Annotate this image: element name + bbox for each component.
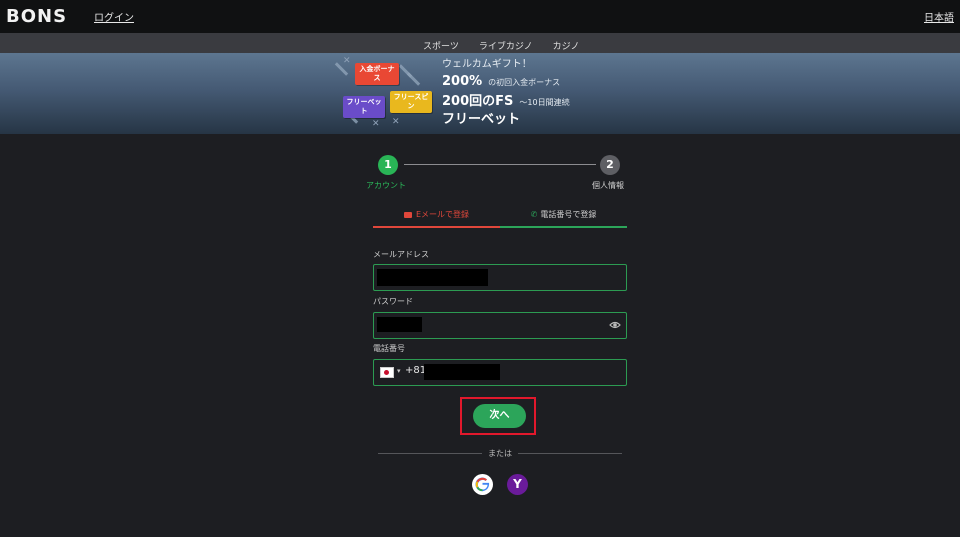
country-code: +81 xyxy=(405,365,427,376)
password-label: パスワード xyxy=(373,297,413,306)
login-link[interactable]: ログイン xyxy=(94,9,134,24)
language-selector[interactable]: 日本語 xyxy=(924,9,954,24)
japan-flag-icon[interactable] xyxy=(380,367,394,378)
google-login-button[interactable] xyxy=(472,474,493,495)
step-2-indicator: 2 xyxy=(600,155,620,175)
banner-welcome-text: ウェルカムギフト！ xyxy=(442,59,532,70)
bonus-desc: の初回入金ボーナス xyxy=(488,78,561,87)
x-decoration-icon: ✕ xyxy=(392,117,400,127)
eye-icon[interactable] xyxy=(609,320,621,330)
step-2-label: 個人情報 xyxy=(592,181,624,190)
yahoo-login-button[interactable]: Y xyxy=(507,474,528,495)
freespin-tag: フリースピン xyxy=(390,91,432,113)
bonus-percent: 200% xyxy=(442,74,483,89)
registration-steps: 1 2 アカウント 個人情報 xyxy=(360,153,640,193)
banner-free-spins: 200回のFS 〜10日間連続 xyxy=(442,90,570,109)
deposit-bonus-tag: 入金ボーナス xyxy=(355,63,399,85)
top-bar: BONS ログイン 日本語 xyxy=(0,0,960,33)
freebet-tag: フリーベット xyxy=(343,96,385,118)
phone-tab-label: 電話番号で登録 xyxy=(540,210,597,219)
bons-logo[interactable]: BONS xyxy=(6,6,67,27)
google-icon xyxy=(475,477,490,492)
password-field[interactable] xyxy=(373,312,627,339)
or-label: または xyxy=(488,449,512,458)
banner-deposit-bonus: 200% の初回入金ボーナス xyxy=(442,70,560,89)
tab-email-register[interactable]: Eメールで登録 xyxy=(373,207,500,228)
step-1-indicator: 1 xyxy=(378,155,398,175)
x-decoration-icon: ✕ xyxy=(372,119,380,129)
envelope-icon xyxy=(403,211,412,218)
redacted-email xyxy=(377,269,488,286)
registration-method-tabs: Eメールで登録 ✆ 電話番号で登録 xyxy=(373,207,627,228)
phone-label: 電話番号 xyxy=(373,344,405,353)
email-field[interactable] xyxy=(373,264,627,291)
or-divider: または xyxy=(378,447,622,459)
chevron-down-icon[interactable]: ▾ xyxy=(397,367,401,375)
email-tab-label: Eメールで登録 xyxy=(415,210,470,219)
phone-icon: ✆ xyxy=(530,210,538,219)
fs-desc: 〜10日間連続 xyxy=(519,98,570,107)
category-nav: スポーツ ライブカジノ カジノ xyxy=(0,33,960,57)
step-connector xyxy=(404,164,596,165)
redacted-password xyxy=(377,317,422,332)
next-button[interactable]: 次へ xyxy=(473,404,526,428)
yahoo-icon: Y xyxy=(513,477,522,491)
banner-freebet: フリーベット xyxy=(442,112,521,127)
email-label: メールアドレス xyxy=(373,250,429,259)
phone-field[interactable]: ▾ +81 xyxy=(373,359,627,386)
tab-phone-register[interactable]: ✆ 電話番号で登録 xyxy=(500,207,627,228)
redacted-phone xyxy=(424,364,500,380)
x-decoration-icon: ✕ xyxy=(343,56,351,66)
fs-count: 200回のFS xyxy=(442,94,514,109)
step-1-label: アカウント xyxy=(366,181,406,190)
